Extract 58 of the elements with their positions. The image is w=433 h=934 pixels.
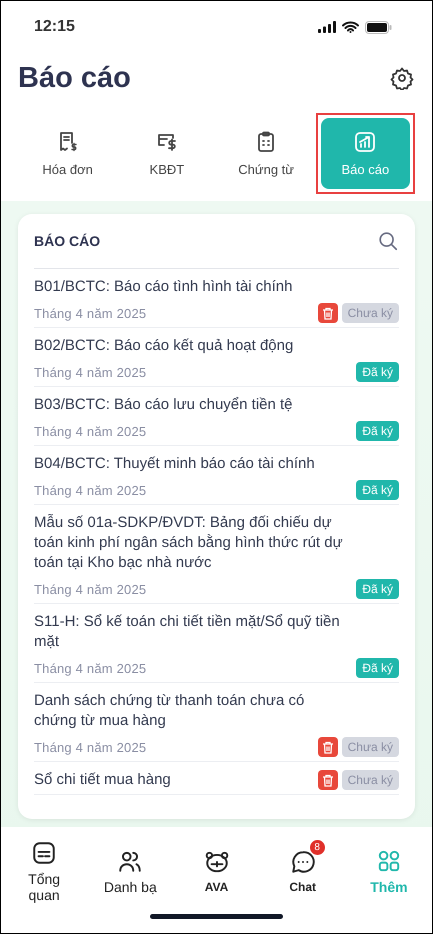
tab[interactable]: Chứng từ — [222, 118, 311, 189]
status-badge: Chưa ký — [342, 770, 399, 790]
report-date: Tháng 4 năm 2025 — [34, 740, 146, 754]
status-time: 12:15 — [34, 18, 75, 36]
card-title: BÁO CÁO — [34, 233, 100, 249]
delete-button[interactable] — [318, 303, 338, 323]
report-title: S11-H: Sổ kế toán chi tiết tiền mặt/Sổ quỹ tiền mặt — [34, 612, 341, 652]
battery-icon — [365, 20, 392, 34]
report-date: Tháng 4 năm 2025 — [34, 482, 146, 498]
report-title: B02/BCTC: Báo cáo kết quả hoạt động — [34, 336, 294, 356]
wifi-icon — [342, 21, 359, 33]
delete-button[interactable] — [318, 737, 338, 757]
tab[interactable]: KBĐT — [122, 118, 212, 189]
report-date: Tháng 4 năm 2025 — [34, 424, 146, 438]
report-title: Sổ chi tiết mua hàng — [34, 770, 172, 790]
report-title: Mẫu số 01a-SDKP/ĐVDT: Bảng đối chiếu dự toán kinh phí ngân sách bằng hình thức rút dự toán tại Kho bạc nhà nước — [34, 513, 344, 573]
report-title: B01/BCTC: Báo cáo tình hình tài chính — [34, 277, 294, 297]
tab[interactable]: Hóa đơn — [23, 118, 112, 189]
dashboard-icon — [31, 840, 58, 866]
status-badge: Đã ký — [356, 480, 399, 500]
nav-item[interactable]: Danh bạ — [87, 838, 174, 896]
delete-button[interactable] — [318, 770, 338, 790]
chat-icon — [290, 848, 316, 874]
nav-item[interactable]: Tổng quan — [1, 830, 88, 904]
nav-item[interactable]: 8 Chat — [260, 838, 346, 896]
report-date: Tháng 4 năm 2025 — [34, 582, 146, 596]
report-date: Tháng 4 năm 2025 — [34, 364, 146, 380]
settings-button[interactable] — [390, 66, 414, 90]
report-date: Tháng 4 năm 2025 — [34, 660, 146, 676]
report-title: Danh sách chứng từ thanh toán chưa có chứng từ mua hàng — [34, 691, 306, 731]
report-item[interactable]: Mẫu số 01a-SDKP/ĐVDT: Bảng đối chiếu dự toán kinh phí ngân sách bằng hình thức rút dự toán tại Kho bạc nhà nước Tháng 4 năm 2025 Đã ký — [34, 505, 399, 604]
status-badge: Đã ký — [356, 658, 399, 678]
report-item[interactable]: Danh sách chứng từ thanh toán chưa có chứng từ mua hàng Tháng 4 năm 2025 Chưa ký — [34, 683, 399, 762]
report-date: Tháng 4 năm 2025 — [34, 306, 146, 320]
status-badge: Đã ký — [356, 421, 399, 441]
status-badge: Đã ký — [356, 362, 399, 382]
search-icon — [377, 230, 399, 252]
trash-icon — [322, 774, 334, 786]
report-item[interactable]: B03/BCTC: Báo cáo lưu chuyển tiền tệ Tháng 4 năm 2025 Đã ký — [34, 387, 399, 446]
report-title: B04/BCTC: Thuyết minh báo cáo tài chính — [34, 454, 316, 474]
report-item[interactable]: S11-H: Sổ kế toán chi tiết tiền mặt/Sổ quỹ tiền mặt Tháng 4 năm 2025 Đã ký — [34, 604, 399, 683]
status-badge: Chưa ký — [342, 303, 399, 323]
trash-icon — [322, 740, 334, 754]
page-title: Báo cáo — [18, 62, 131, 94]
report-item[interactable]: B02/BCTC: Báo cáo kết quả hoạt động Tháng 4 năm 2025 Đã ký — [34, 328, 399, 387]
nav-item[interactable]: AVA — [173, 838, 260, 896]
report-item[interactable]: B04/BCTC: Thuyết minh báo cáo tài chính Tháng 4 năm 2025 Đã ký — [34, 446, 399, 505]
report-item[interactable]: B01/BCTC: Báo cáo tình hình tài chính Tháng 4 năm 2025 Chưa ký — [34, 269, 399, 328]
report-title: B03/BCTC: Báo cáo lưu chuyển tiền tệ — [34, 395, 294, 415]
signal-icon — [318, 21, 336, 33]
status-badge: Đã ký — [356, 579, 399, 599]
trash-icon — [322, 306, 334, 320]
chart-icon — [353, 130, 378, 154]
report-item[interactable]: Sổ chi tiết mua hàng Chưa ký — [34, 762, 399, 795]
status-badge: Chưa ký — [342, 737, 399, 757]
settings-icon — [390, 66, 414, 90]
search-button[interactable] — [377, 230, 399, 252]
count-badge: 8 — [310, 840, 325, 854]
